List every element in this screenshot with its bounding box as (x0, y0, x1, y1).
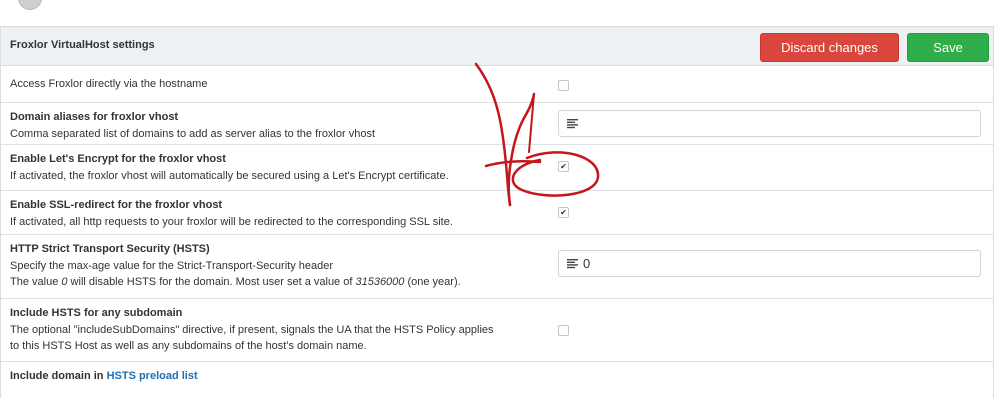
setting-title: Domain aliases for froxlor vhost (10, 111, 179, 123)
note-text: will disable HSTS for the domain. Most u… (67, 276, 356, 288)
ssl-redirect-checkbox[interactable]: ✔ (558, 207, 569, 218)
setting-row-letsencrypt: Enable Let's Encrypt for the froxlor vho… (1, 145, 993, 191)
list-icon (567, 259, 578, 269)
hsts-maxage-value: 0 (583, 256, 591, 271)
save-button[interactable]: Save (907, 33, 989, 62)
setting-description: If activated, all http requests to your … (10, 216, 453, 228)
panel-header: Froxlor VirtualHost settings Discard cha… (1, 27, 993, 66)
domain-aliases-input[interactable] (558, 110, 981, 137)
hsts-subdomains-checkbox[interactable] (558, 325, 569, 336)
setting-label: Access Froxlor directly via the hostname (10, 78, 208, 90)
note-text: (one year). (404, 276, 461, 288)
setting-row-ssl-redirect: Enable SSL-redirect for the froxlor vhos… (1, 191, 993, 235)
setting-description: The optional "includeSubDomains" directi… (10, 324, 494, 336)
note-italic: 31536000 (355, 276, 405, 288)
avatar (18, 0, 42, 10)
setting-row-access-hostname: Access Froxlor directly via the hostname (1, 66, 993, 103)
top-strip (0, 0, 1000, 10)
hsts-preload-list-link[interactable]: HSTS preload list (107, 370, 198, 382)
setting-title: Enable SSL-redirect for the froxlor vhos… (10, 199, 223, 211)
list-icon (567, 119, 578, 129)
setting-description-note: The value 0 will disable HSTS for the do… (10, 274, 545, 290)
check-icon: ✔ (560, 162, 567, 171)
setting-description: Comma separated list of domains to add a… (10, 128, 376, 140)
setting-row-domain-aliases: Domain aliases for froxlor vhost Comma s… (1, 103, 993, 145)
setting-description: Specify the max-age value for the Strict… (10, 260, 334, 272)
setting-description: If activated, the froxlor vhost will aut… (10, 170, 449, 182)
discard-changes-button[interactable]: Discard changes (760, 33, 899, 62)
setting-row-hsts-subdomains: Include HSTS for any subdomain The optio… (1, 299, 993, 362)
setting-title: HTTP Strict Transport Security (HSTS) (10, 243, 210, 255)
hsts-maxage-input[interactable]: 0 (558, 250, 981, 277)
setting-row-hsts: HTTP Strict Transport Security (HSTS) Sp… (1, 235, 993, 299)
setting-title: Enable Let's Encrypt for the froxlor vho… (10, 153, 226, 165)
letsencrypt-checkbox[interactable]: ✔ (558, 161, 569, 172)
check-icon: ✔ (560, 208, 567, 217)
setting-row-hsts-preload: Include domain in HSTS preload list (1, 362, 993, 402)
settings-panel: Froxlor VirtualHost settings Discard cha… (0, 26, 994, 398)
title-text: Include domain in (10, 370, 107, 382)
note-text: The value (10, 276, 62, 288)
setting-description: to this HSTS Host as well as any subdoma… (10, 340, 367, 352)
setting-title: Include HSTS for any subdomain (10, 307, 183, 319)
setting-title: Include domain in HSTS preload list (10, 370, 545, 382)
panel-title: Froxlor VirtualHost settings (10, 39, 155, 51)
access-hostname-checkbox[interactable] (558, 80, 569, 91)
